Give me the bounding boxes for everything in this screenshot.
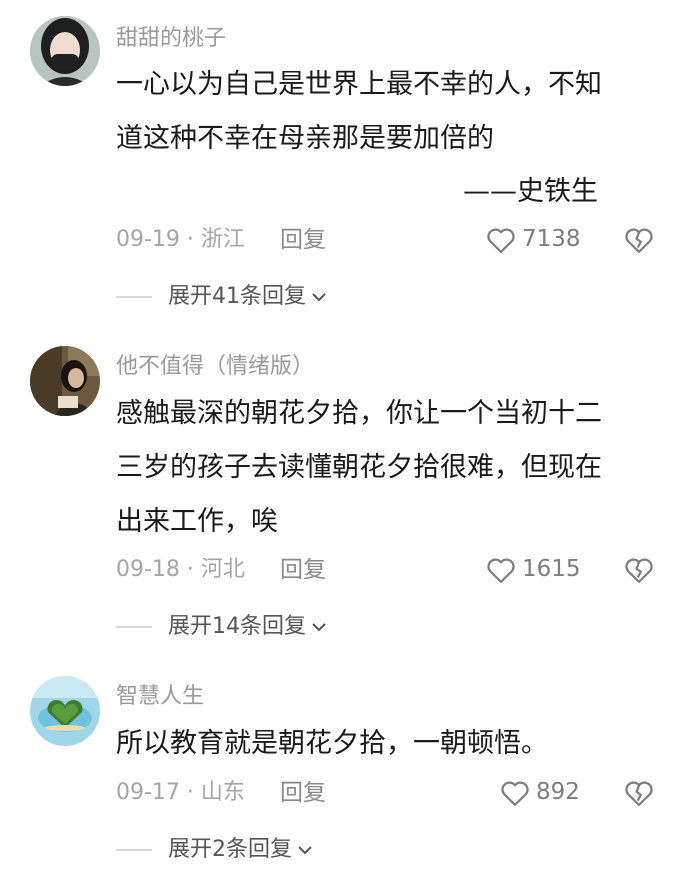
reply-button[interactable]: 回复 — [280, 778, 326, 808]
like-button[interactable]: 892 — [500, 775, 600, 811]
like-count: 892 — [536, 779, 580, 805]
divider — [116, 849, 152, 851]
comment-item: 智慧人生 所以教育就是朝花夕拾，一朝顿悟。 09-17 · 山东 回复 892 … — [0, 0, 690, 879]
username[interactable]: 智慧人生 — [116, 682, 204, 712]
comment-text: 所以教育就是朝花夕拾，一朝顿悟。 — [116, 717, 646, 771]
broken-heart-icon — [625, 781, 653, 806]
comment-date-location: 09-17 · 山东 — [116, 780, 245, 805]
expand-replies: 展开2条回复 — [116, 835, 516, 865]
chevron-down-icon — [296, 835, 314, 865]
avatar-heart-island-icon — [30, 676, 100, 746]
heart-icon — [501, 781, 529, 806]
comment-text-line: 所以教育就是朝花夕拾，一朝顿悟。 — [116, 728, 548, 759]
avatar[interactable] — [30, 676, 100, 746]
dislike-button[interactable] — [624, 779, 654, 809]
expand-replies-button[interactable]: 展开2条回复 — [168, 835, 314, 865]
expand-replies-label: 展开2条回复 — [168, 837, 292, 862]
